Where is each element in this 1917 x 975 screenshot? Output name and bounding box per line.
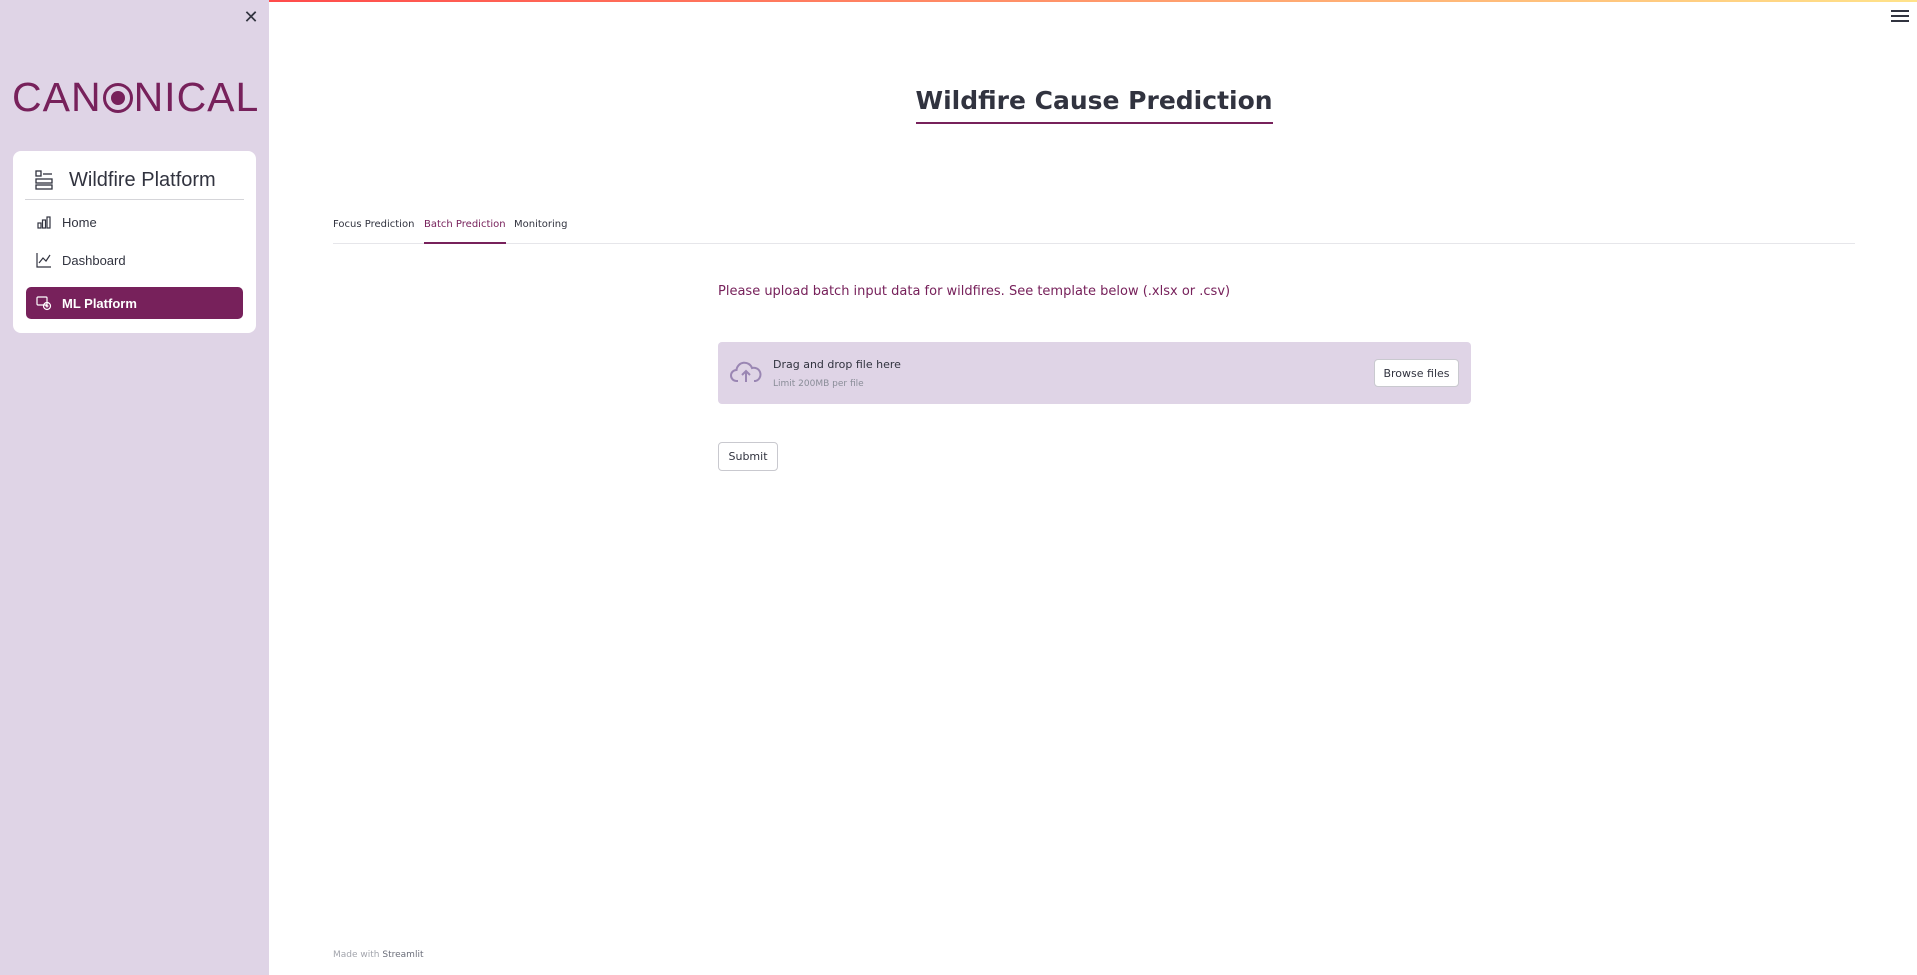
top-decoration-bar bbox=[269, 0, 1917, 2]
hamburger-icon[interactable] bbox=[1891, 10, 1909, 26]
logo-text-end: NICAL bbox=[133, 74, 260, 120]
footer-made-with: Made with bbox=[333, 950, 380, 960]
sidebar-item-label: Dashboard bbox=[62, 252, 126, 268]
page-title: Wildfire Cause Prediction bbox=[915, 86, 1273, 124]
line-chart-icon bbox=[36, 253, 51, 268]
dropzone-title: Drag and drop file here bbox=[773, 358, 901, 371]
sidebar-item-ml-platform[interactable]: ML Platform bbox=[26, 287, 243, 319]
grid-icon bbox=[35, 170, 53, 190]
nav-title: Wildfire Platform bbox=[69, 168, 216, 191]
nav-header: Wildfire Platform bbox=[25, 161, 244, 200]
sidebar-item-home[interactable]: Home bbox=[26, 206, 243, 238]
sidebar: ✕ CAN NICAL Wildfire Platform Home Dashb… bbox=[0, 0, 269, 975]
tab-focus-prediction[interactable]: Focus Prediction bbox=[333, 219, 414, 244]
tab-bar: Focus Prediction Batch Prediction Monito… bbox=[333, 215, 1855, 244]
logo-circle-icon bbox=[102, 83, 133, 113]
logo-text-start: CAN bbox=[12, 74, 102, 120]
sidebar-item-dashboard[interactable]: Dashboard bbox=[26, 244, 243, 276]
dropzone-limit: Limit 200MB per file bbox=[773, 379, 864, 389]
upload-prompt: Please upload batch input data for wildf… bbox=[718, 284, 1231, 299]
footer-brand-link[interactable]: Streamlit bbox=[382, 950, 423, 960]
file-dropzone[interactable]: Drag and drop file here Limit 200MB per … bbox=[718, 342, 1471, 404]
canonical-logo: CAN NICAL bbox=[12, 74, 258, 120]
ml-icon bbox=[36, 296, 52, 311]
cloud-upload-icon bbox=[730, 361, 762, 382]
bar-chart-icon bbox=[37, 216, 51, 229]
footer: Made with Streamlit bbox=[333, 950, 423, 960]
submit-button[interactable]: Submit bbox=[718, 442, 778, 471]
close-icon[interactable]: ✕ bbox=[240, 7, 262, 29]
nav-menu: Wildfire Platform Home Dashboard ML Plat… bbox=[13, 151, 256, 333]
sidebar-item-label: Home bbox=[62, 214, 97, 230]
sidebar-item-label: ML Platform bbox=[62, 295, 137, 311]
tab-batch-prediction[interactable]: Batch Prediction bbox=[424, 219, 506, 244]
browse-files-button[interactable]: Browse files bbox=[1374, 359, 1459, 387]
tab-monitoring[interactable]: Monitoring bbox=[514, 219, 567, 244]
